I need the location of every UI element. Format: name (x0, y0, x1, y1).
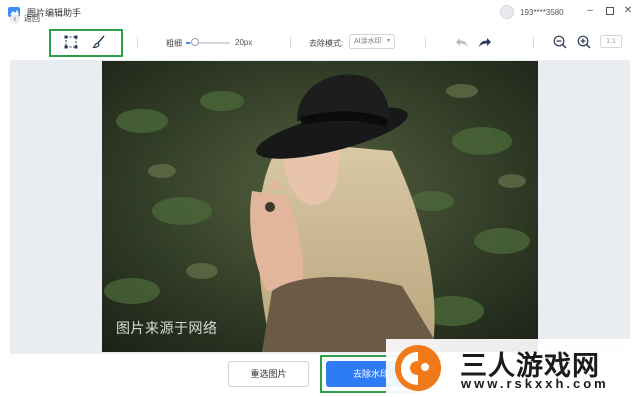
zoom-in-icon[interactable] (577, 35, 591, 49)
reselect-image-button[interactable]: 重选图片 (228, 361, 309, 387)
brush-size-value: 20px (235, 38, 253, 47)
toolbar-divider (290, 37, 291, 49)
maximize-icon[interactable] (604, 5, 616, 17)
image-watermark-text: 图片来源于网络 (116, 320, 218, 336)
toolbar-divider (533, 37, 534, 49)
back-button[interactable]: ‹ 返回 (10, 13, 40, 24)
title-bar: 图片编辑助手 193****3580 – ✕ (0, 0, 640, 24)
site-url: www.rskxxh.com (461, 376, 609, 391)
user-name: 193****3580 (520, 7, 564, 17)
zoom-out-icon[interactable] (553, 35, 567, 49)
brush-icon[interactable] (92, 35, 106, 49)
edited-photo[interactable] (102, 61, 538, 352)
tool-group-highlight (49, 29, 123, 57)
toolbar-divider (425, 37, 426, 49)
user-account[interactable]: 193****3580 (500, 5, 564, 19)
minimize-icon[interactable]: – (584, 5, 596, 17)
avatar[interactable] (500, 5, 514, 19)
undo-icon[interactable] (455, 36, 469, 48)
chevron-down-icon: ▾ (386, 38, 390, 44)
back-label: 返回 (24, 14, 40, 23)
ratio-button[interactable]: 1:1 (600, 35, 622, 48)
brush-size-slider-thumb[interactable] (191, 38, 199, 46)
rect-select-icon[interactable] (64, 35, 78, 49)
toolbar-divider (137, 37, 138, 49)
redo-icon[interactable] (478, 36, 492, 48)
brush-size-label: 粗细 (166, 39, 182, 48)
mode-select[interactable]: AI涂水印 ▾ (349, 34, 395, 49)
site-logo-icon (395, 345, 441, 391)
chevron-left-icon: ‹ (10, 13, 20, 24)
close-icon[interactable]: ✕ (622, 5, 634, 17)
mode-select-value: AI涂水印 (354, 38, 382, 45)
brush-size-slider-fill (186, 42, 191, 44)
mode-label: 去除模式: (309, 39, 344, 48)
